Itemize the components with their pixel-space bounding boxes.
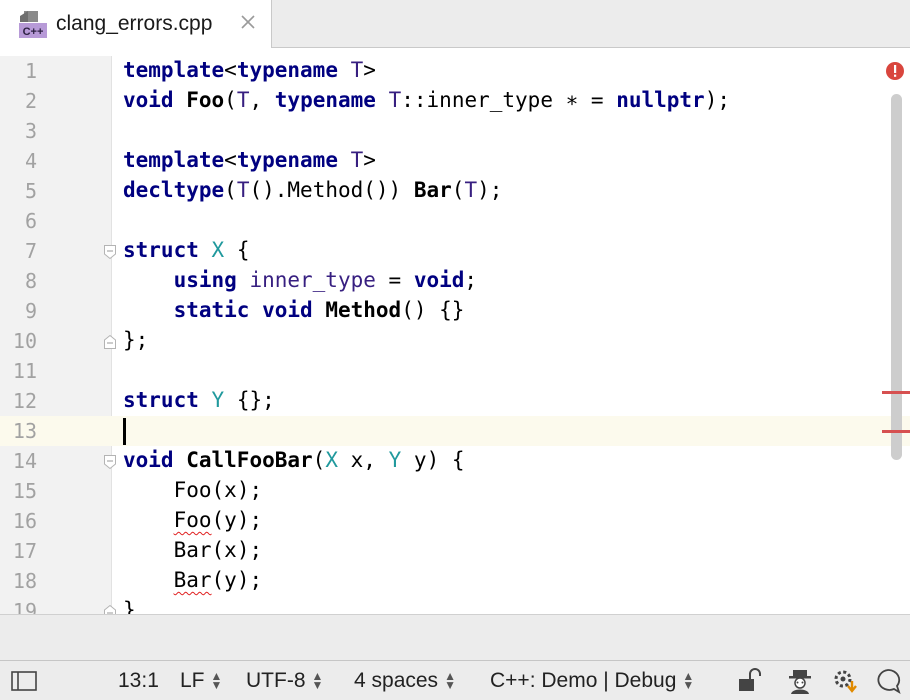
line-number: 19 — [12, 599, 37, 614]
bottom-panel — [0, 614, 910, 660]
code-line[interactable]: 5 decltype(T().Method()) Bar(T); — [0, 176, 910, 206]
cpp-file-icon: C++ — [19, 11, 47, 38]
line-separator-selector[interactable]: LF ▲ ▼ — [180, 669, 222, 693]
caret-position[interactable]: 13:1 — [118, 669, 159, 693]
line-number: 12 — [12, 389, 37, 413]
tab-label: clang_errors.cpp — [56, 12, 213, 35]
code-line[interactable]: 17 Bar(x); — [0, 536, 910, 566]
line-number: 6 — [24, 209, 37, 233]
code-line[interactable]: 18 Bar(y); — [0, 566, 910, 596]
line-number: 4 — [24, 149, 37, 173]
context-selector[interactable]: C++: Demo | Debug ▲ ▼ — [490, 669, 694, 693]
status-bar: 13:1 LF ▲ ▼ UTF-8 ▲ ▼ 4 spaces ▲ ▼ C++: Demo |… — [0, 660, 910, 700]
line-number: 18 — [12, 569, 37, 593]
fold-close-icon[interactable] — [103, 604, 117, 614]
line-number: 7 — [24, 239, 37, 263]
fold-close-icon[interactable] — [103, 334, 117, 350]
code-line[interactable]: 10 }; — [0, 326, 910, 356]
fold-open-icon[interactable] — [103, 454, 117, 470]
close-icon[interactable] — [238, 12, 258, 32]
code-line[interactable]: 15 Foo(x); — [0, 476, 910, 506]
line-number: 3 — [24, 119, 37, 143]
inspector-icon[interactable] — [786, 667, 814, 695]
line-number: 9 — [24, 299, 37, 323]
code-line-current[interactable]: 13 — [0, 416, 910, 446]
line-number: 1 — [24, 59, 37, 83]
code-line[interactable]: 6 — [0, 206, 910, 236]
vertical-scrollbar[interactable] — [891, 94, 902, 460]
error-icon[interactable] — [884, 60, 906, 82]
code-line[interactable]: 9 static void Method() {} — [0, 296, 910, 326]
code-line[interactable]: 7 struct X { — [0, 236, 910, 266]
fold-open-icon[interactable] — [103, 244, 117, 260]
line-number: 8 — [24, 269, 37, 293]
unlock-icon[interactable] — [736, 667, 764, 695]
event-log-icon[interactable] — [874, 667, 902, 695]
code-line[interactable]: 14 void CallFooBar(X x, Y y) { — [0, 446, 910, 476]
code-line[interactable]: 16 Foo(y); — [0, 506, 910, 536]
error-stripe-marker[interactable] — [882, 430, 910, 433]
code-editor[interactable]: 1 template<typename T> 2 void Foo(T, typ… — [0, 56, 910, 614]
settings-update-icon[interactable] — [832, 667, 860, 695]
code-line[interactable]: 4 template<typename T> — [0, 146, 910, 176]
editor-tab-bar: C++ clang_errors.cpp — [0, 0, 910, 48]
tab-clang-errors[interactable]: C++ clang_errors.cpp — [0, 0, 272, 48]
code-line[interactable]: 8 using inner_type = void; — [0, 266, 910, 296]
updown-icon: ▲ ▼ — [311, 669, 324, 693]
error-underline: Foo — [173, 508, 212, 532]
line-number: 10 — [12, 329, 37, 353]
encoding-selector[interactable]: UTF-8 ▲ ▼ — [246, 669, 323, 693]
code-line[interactable]: 19 } — [0, 596, 910, 614]
text-caret — [123, 418, 126, 445]
code-line[interactable]: 2 void Foo(T, typename T::inner_type ∗ =… — [0, 86, 910, 116]
panel-toggle-icon[interactable] — [10, 669, 38, 693]
error-underline: Bar — [173, 568, 212, 592]
updown-icon: ▲ ▼ — [210, 669, 223, 693]
svg-text:C++: C++ — [23, 26, 44, 38]
indent-selector[interactable]: 4 spaces ▲ ▼ — [354, 669, 456, 693]
line-number: 11 — [12, 359, 37, 383]
error-stripe-marker[interactable] — [882, 391, 910, 394]
updown-icon: ▲ ▼ — [682, 669, 695, 693]
line-number: 2 — [24, 89, 37, 113]
code-line[interactable]: 11 — [0, 356, 910, 386]
line-number: 17 — [12, 539, 37, 563]
code-line[interactable]: 3 — [0, 116, 910, 146]
line-number: 15 — [12, 479, 37, 503]
code-line[interactable]: 1 template<typename T> — [0, 56, 910, 86]
code-line[interactable]: 12 struct Y {}; — [0, 386, 910, 416]
line-number: 16 — [12, 509, 37, 533]
line-number: 5 — [24, 179, 37, 203]
updown-icon: ▲ ▼ — [444, 669, 456, 693]
line-number: 14 — [12, 449, 37, 473]
line-number: 13 — [12, 419, 37, 443]
